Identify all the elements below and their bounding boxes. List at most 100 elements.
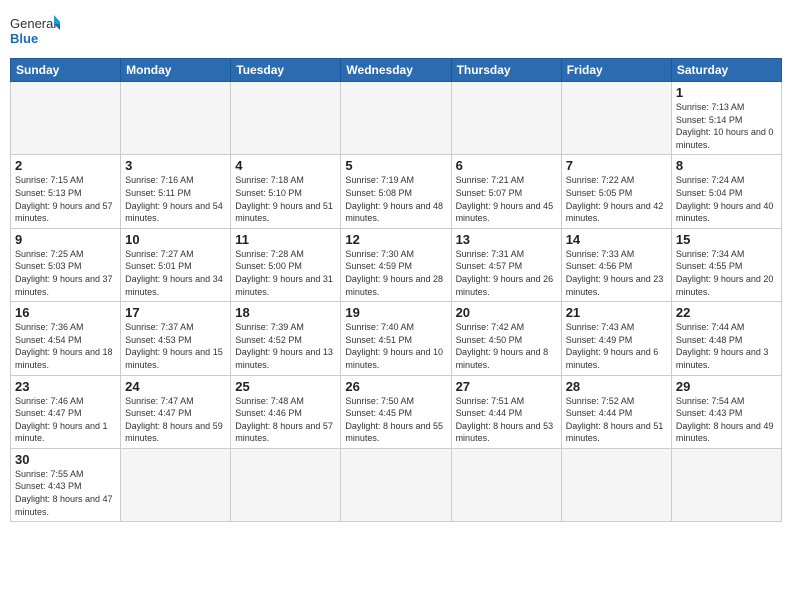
calendar-cell <box>451 82 561 155</box>
calendar-cell <box>341 448 451 521</box>
day-info: Sunrise: 7:34 AM Sunset: 4:55 PM Dayligh… <box>676 248 777 298</box>
calendar-cell: 17Sunrise: 7:37 AM Sunset: 4:53 PM Dayli… <box>121 302 231 375</box>
calendar-cell: 20Sunrise: 7:42 AM Sunset: 4:50 PM Dayli… <box>451 302 561 375</box>
day-info: Sunrise: 7:24 AM Sunset: 5:04 PM Dayligh… <box>676 174 777 224</box>
day-info: Sunrise: 7:25 AM Sunset: 5:03 PM Dayligh… <box>15 248 116 298</box>
calendar-header-tuesday: Tuesday <box>231 59 341 82</box>
calendar-cell: 22Sunrise: 7:44 AM Sunset: 4:48 PM Dayli… <box>671 302 781 375</box>
day-info: Sunrise: 7:43 AM Sunset: 4:49 PM Dayligh… <box>566 321 667 371</box>
day-number: 1 <box>676 85 777 100</box>
day-number: 23 <box>15 379 116 394</box>
day-info: Sunrise: 7:46 AM Sunset: 4:47 PM Dayligh… <box>15 395 116 445</box>
calendar-cell: 29Sunrise: 7:54 AM Sunset: 4:43 PM Dayli… <box>671 375 781 448</box>
day-number: 14 <box>566 232 667 247</box>
calendar-header-monday: Monday <box>121 59 231 82</box>
day-info: Sunrise: 7:39 AM Sunset: 4:52 PM Dayligh… <box>235 321 336 371</box>
calendar-header-sunday: Sunday <box>11 59 121 82</box>
day-info: Sunrise: 7:19 AM Sunset: 5:08 PM Dayligh… <box>345 174 446 224</box>
day-info: Sunrise: 7:28 AM Sunset: 5:00 PM Dayligh… <box>235 248 336 298</box>
day-info: Sunrise: 7:37 AM Sunset: 4:53 PM Dayligh… <box>125 321 226 371</box>
calendar-week-5: 30Sunrise: 7:55 AM Sunset: 4:43 PM Dayli… <box>11 448 782 521</box>
day-info: Sunrise: 7:48 AM Sunset: 4:46 PM Dayligh… <box>235 395 336 445</box>
calendar-cell: 21Sunrise: 7:43 AM Sunset: 4:49 PM Dayli… <box>561 302 671 375</box>
calendar-cell <box>561 448 671 521</box>
calendar-cell: 14Sunrise: 7:33 AM Sunset: 4:56 PM Dayli… <box>561 228 671 301</box>
calendar-cell: 11Sunrise: 7:28 AM Sunset: 5:00 PM Dayli… <box>231 228 341 301</box>
calendar-cell: 6Sunrise: 7:21 AM Sunset: 5:07 PM Daylig… <box>451 155 561 228</box>
day-number: 3 <box>125 158 226 173</box>
day-number: 18 <box>235 305 336 320</box>
calendar-cell <box>121 448 231 521</box>
calendar-cell <box>451 448 561 521</box>
day-number: 24 <box>125 379 226 394</box>
day-number: 4 <box>235 158 336 173</box>
calendar-cell: 12Sunrise: 7:30 AM Sunset: 4:59 PM Dayli… <box>341 228 451 301</box>
calendar-cell: 15Sunrise: 7:34 AM Sunset: 4:55 PM Dayli… <box>671 228 781 301</box>
day-info: Sunrise: 7:51 AM Sunset: 4:44 PM Dayligh… <box>456 395 557 445</box>
calendar-cell: 13Sunrise: 7:31 AM Sunset: 4:57 PM Dayli… <box>451 228 561 301</box>
calendar-cell: 30Sunrise: 7:55 AM Sunset: 4:43 PM Dayli… <box>11 448 121 521</box>
calendar-cell: 2Sunrise: 7:15 AM Sunset: 5:13 PM Daylig… <box>11 155 121 228</box>
calendar-header-wednesday: Wednesday <box>341 59 451 82</box>
calendar-cell: 26Sunrise: 7:50 AM Sunset: 4:45 PM Dayli… <box>341 375 451 448</box>
day-info: Sunrise: 7:47 AM Sunset: 4:47 PM Dayligh… <box>125 395 226 445</box>
calendar-week-4: 23Sunrise: 7:46 AM Sunset: 4:47 PM Dayli… <box>11 375 782 448</box>
day-info: Sunrise: 7:33 AM Sunset: 4:56 PM Dayligh… <box>566 248 667 298</box>
calendar-cell: 10Sunrise: 7:27 AM Sunset: 5:01 PM Dayli… <box>121 228 231 301</box>
calendar-cell: 16Sunrise: 7:36 AM Sunset: 4:54 PM Dayli… <box>11 302 121 375</box>
svg-text:General: General <box>10 16 56 31</box>
calendar-week-0: 1Sunrise: 7:13 AM Sunset: 5:14 PM Daylig… <box>11 82 782 155</box>
day-info: Sunrise: 7:16 AM Sunset: 5:11 PM Dayligh… <box>125 174 226 224</box>
calendar-cell: 18Sunrise: 7:39 AM Sunset: 4:52 PM Dayli… <box>231 302 341 375</box>
calendar-cell: 28Sunrise: 7:52 AM Sunset: 4:44 PM Dayli… <box>561 375 671 448</box>
calendar-cell <box>11 82 121 155</box>
calendar-cell: 8Sunrise: 7:24 AM Sunset: 5:04 PM Daylig… <box>671 155 781 228</box>
day-number: 25 <box>235 379 336 394</box>
day-number: 17 <box>125 305 226 320</box>
day-number: 5 <box>345 158 446 173</box>
day-number: 30 <box>15 452 116 467</box>
logo-icon: General Blue <box>10 10 60 52</box>
day-number: 28 <box>566 379 667 394</box>
day-number: 19 <box>345 305 446 320</box>
calendar-cell: 7Sunrise: 7:22 AM Sunset: 5:05 PM Daylig… <box>561 155 671 228</box>
day-info: Sunrise: 7:54 AM Sunset: 4:43 PM Dayligh… <box>676 395 777 445</box>
calendar-header-saturday: Saturday <box>671 59 781 82</box>
day-info: Sunrise: 7:42 AM Sunset: 4:50 PM Dayligh… <box>456 321 557 371</box>
calendar-cell <box>341 82 451 155</box>
svg-text:Blue: Blue <box>10 31 38 46</box>
calendar-cell: 24Sunrise: 7:47 AM Sunset: 4:47 PM Dayli… <box>121 375 231 448</box>
page: General Blue SundayMondayTuesdayWednesda… <box>0 0 792 612</box>
calendar-week-1: 2Sunrise: 7:15 AM Sunset: 5:13 PM Daylig… <box>11 155 782 228</box>
calendar-cell <box>671 448 781 521</box>
calendar-header-friday: Friday <box>561 59 671 82</box>
day-number: 11 <box>235 232 336 247</box>
calendar-cell: 23Sunrise: 7:46 AM Sunset: 4:47 PM Dayli… <box>11 375 121 448</box>
calendar-header-thursday: Thursday <box>451 59 561 82</box>
day-info: Sunrise: 7:15 AM Sunset: 5:13 PM Dayligh… <box>15 174 116 224</box>
day-info: Sunrise: 7:13 AM Sunset: 5:14 PM Dayligh… <box>676 101 777 151</box>
day-number: 21 <box>566 305 667 320</box>
calendar-cell: 1Sunrise: 7:13 AM Sunset: 5:14 PM Daylig… <box>671 82 781 155</box>
calendar-cell <box>231 82 341 155</box>
day-number: 8 <box>676 158 777 173</box>
day-info: Sunrise: 7:22 AM Sunset: 5:05 PM Dayligh… <box>566 174 667 224</box>
calendar-cell: 9Sunrise: 7:25 AM Sunset: 5:03 PM Daylig… <box>11 228 121 301</box>
day-number: 13 <box>456 232 557 247</box>
day-number: 2 <box>15 158 116 173</box>
day-info: Sunrise: 7:52 AM Sunset: 4:44 PM Dayligh… <box>566 395 667 445</box>
day-info: Sunrise: 7:21 AM Sunset: 5:07 PM Dayligh… <box>456 174 557 224</box>
day-info: Sunrise: 7:40 AM Sunset: 4:51 PM Dayligh… <box>345 321 446 371</box>
day-number: 16 <box>15 305 116 320</box>
calendar: SundayMondayTuesdayWednesdayThursdayFrid… <box>10 58 782 522</box>
day-info: Sunrise: 7:30 AM Sunset: 4:59 PM Dayligh… <box>345 248 446 298</box>
day-info: Sunrise: 7:36 AM Sunset: 4:54 PM Dayligh… <box>15 321 116 371</box>
day-number: 29 <box>676 379 777 394</box>
day-number: 6 <box>456 158 557 173</box>
calendar-cell <box>231 448 341 521</box>
day-info: Sunrise: 7:27 AM Sunset: 5:01 PM Dayligh… <box>125 248 226 298</box>
day-number: 10 <box>125 232 226 247</box>
calendar-cell: 19Sunrise: 7:40 AM Sunset: 4:51 PM Dayli… <box>341 302 451 375</box>
day-number: 20 <box>456 305 557 320</box>
day-info: Sunrise: 7:18 AM Sunset: 5:10 PM Dayligh… <box>235 174 336 224</box>
